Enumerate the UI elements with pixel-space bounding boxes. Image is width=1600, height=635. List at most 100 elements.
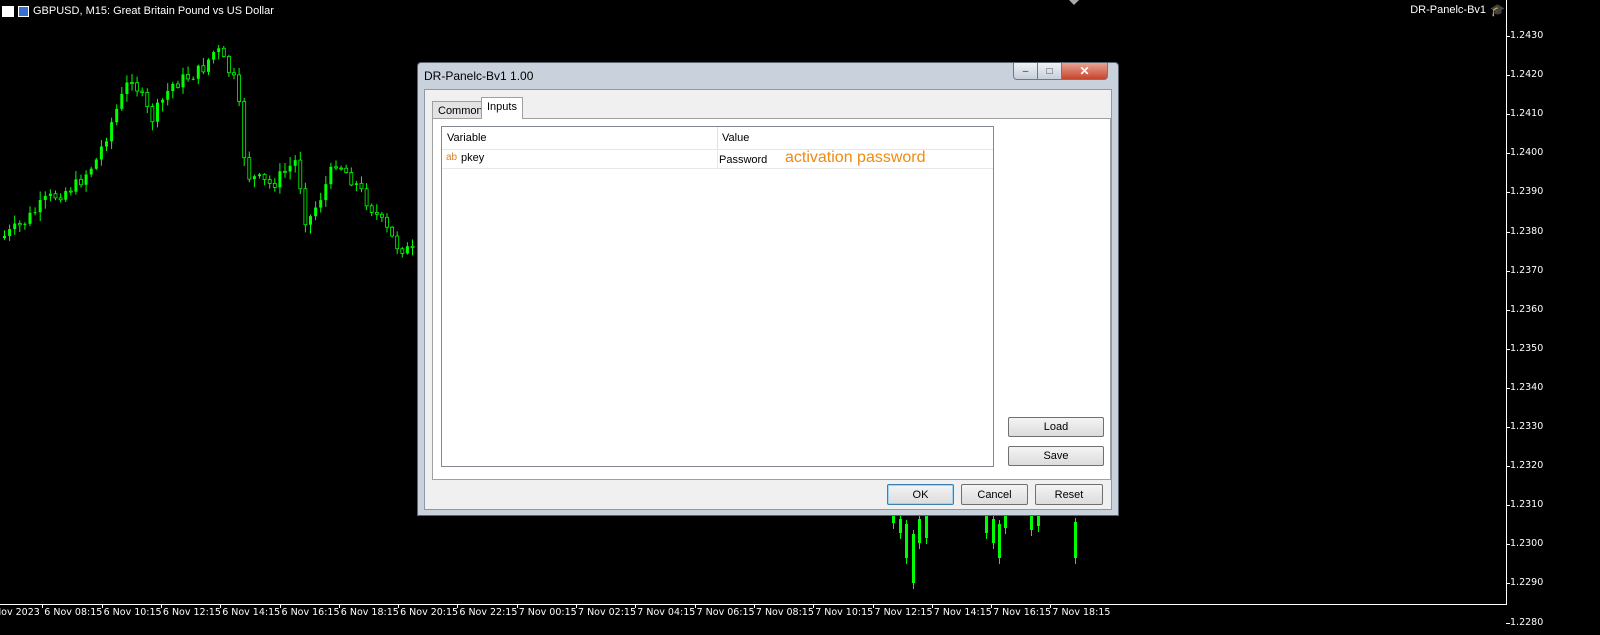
reset-button[interactable]: Reset bbox=[1035, 484, 1103, 505]
time-label: 7 Nov 18:15 bbox=[1052, 607, 1111, 618]
candle-body bbox=[998, 524, 1001, 558]
time-label: 7 Nov 00:15 bbox=[518, 607, 577, 618]
time-tick bbox=[516, 604, 518, 608]
time-label: 7 Nov 14:15 bbox=[933, 607, 992, 618]
candle-body bbox=[400, 248, 405, 254]
candle-body bbox=[135, 82, 140, 92]
candle-body bbox=[171, 83, 175, 92]
candle-body bbox=[191, 78, 195, 80]
candle-body bbox=[53, 193, 58, 199]
candle-body bbox=[992, 519, 995, 543]
dialog-body: Common Inputs Variable Value ab pkey Pas… bbox=[424, 89, 1112, 510]
time-tick bbox=[931, 604, 933, 608]
candle-body bbox=[309, 216, 312, 225]
candle-body bbox=[150, 106, 155, 123]
price-label: 1.2310 bbox=[1510, 499, 1544, 511]
candle-body bbox=[899, 519, 902, 533]
candle-body bbox=[1074, 522, 1077, 558]
time-label: 6 Nov 08:15 bbox=[44, 607, 103, 618]
time-tick bbox=[42, 604, 44, 608]
inputs-tab-page: Variable Value ab pkey Password activati… bbox=[432, 118, 1111, 480]
candle-body bbox=[232, 72, 236, 76]
close-button[interactable]: ✕ bbox=[1062, 63, 1108, 80]
candle-body bbox=[120, 93, 124, 109]
dialog-titlebar[interactable]: DR-Panelc-Bv1 1.00 – □ ✕ bbox=[418, 63, 1118, 89]
column-divider[interactable] bbox=[717, 127, 718, 149]
candle-body bbox=[181, 74, 185, 88]
time-label: 6 Nov 12:15 bbox=[162, 607, 221, 618]
candle-body bbox=[115, 108, 119, 123]
load-button[interactable]: Load bbox=[1008, 417, 1104, 437]
time-label: 7 Nov 06:15 bbox=[696, 607, 755, 618]
candle-body bbox=[349, 172, 354, 186]
ea-name: DR-Panelc-Bv1 bbox=[1410, 4, 1487, 16]
chart-symbol-title: GBPUSD, M15: Great Britain Pound vs US D… bbox=[0, 2, 274, 20]
candle-body bbox=[89, 168, 93, 175]
candle-body bbox=[359, 182, 364, 190]
candle-body bbox=[64, 191, 68, 200]
column-header-value[interactable]: Value bbox=[722, 132, 749, 144]
save-button[interactable]: Save bbox=[1008, 446, 1104, 466]
candle-body bbox=[912, 534, 915, 583]
time-label: 7 Nov 04:15 bbox=[637, 607, 696, 618]
candle-body bbox=[175, 83, 180, 88]
price-label: 1.2370 bbox=[1510, 264, 1544, 276]
price-label: 1.2290 bbox=[1510, 577, 1544, 589]
candle-body bbox=[3, 235, 6, 238]
candle-body bbox=[905, 524, 908, 558]
time-tick bbox=[279, 604, 281, 608]
time-label: 7 Nov 08:15 bbox=[755, 607, 814, 618]
candle-body bbox=[252, 176, 256, 180]
candle-body bbox=[156, 102, 159, 122]
column-header-variable[interactable]: Variable bbox=[447, 132, 487, 144]
candle-body bbox=[374, 212, 379, 215]
candle-body bbox=[354, 183, 358, 185]
tab-inputs[interactable]: Inputs bbox=[481, 97, 523, 119]
candle-body bbox=[99, 146, 103, 160]
candle-body bbox=[48, 193, 52, 196]
time-tick bbox=[753, 604, 755, 608]
chart-menu-icon[interactable] bbox=[2, 5, 14, 17]
candle-body bbox=[267, 179, 272, 184]
expert-advisor-label[interactable]: DR-Panelc-Bv1 🎓 bbox=[1410, 3, 1505, 17]
candle-body bbox=[334, 166, 338, 169]
row-value-password[interactable]: Password bbox=[719, 154, 767, 166]
candle-body bbox=[79, 179, 83, 186]
candle-body bbox=[201, 65, 206, 73]
ok-button[interactable]: OK bbox=[887, 484, 954, 505]
time-tick bbox=[872, 604, 874, 608]
time-tick bbox=[694, 604, 696, 608]
candle-body bbox=[217, 48, 221, 53]
candle-body bbox=[212, 52, 216, 60]
time-label: 6 Nov 18:15 bbox=[340, 607, 399, 618]
candle-body bbox=[17, 223, 22, 226]
candle-body bbox=[303, 188, 308, 226]
candle-body bbox=[385, 216, 389, 228]
time-tick bbox=[338, 604, 340, 608]
chart-shift-marker[interactable] bbox=[1069, 0, 1079, 5]
candle-body bbox=[161, 99, 165, 103]
price-label: 1.2340 bbox=[1510, 381, 1544, 393]
table-row[interactable]: ab pkey Password activation password bbox=[442, 149, 993, 169]
candle-body bbox=[288, 165, 292, 172]
minimize-button[interactable]: – bbox=[1013, 63, 1038, 80]
candle-body bbox=[8, 229, 12, 236]
candle-body bbox=[262, 173, 267, 180]
cell-divider bbox=[717, 149, 718, 168]
candle-body bbox=[58, 197, 63, 201]
candle-body bbox=[38, 200, 42, 213]
candle-body bbox=[985, 516, 988, 533]
candle-body bbox=[33, 212, 37, 214]
candle-body bbox=[43, 195, 47, 201]
cancel-button[interactable]: Cancel bbox=[961, 484, 1028, 505]
window-controls: – □ ✕ bbox=[1013, 63, 1108, 80]
price-label: 1.2320 bbox=[1510, 460, 1544, 472]
annotation-activation-password: activation password bbox=[785, 149, 926, 166]
candle-body bbox=[74, 179, 78, 192]
candle-body bbox=[1037, 516, 1040, 526]
candle-body bbox=[242, 101, 247, 159]
time-label: 7 Nov 12:15 bbox=[874, 607, 933, 618]
maximize-button[interactable]: □ bbox=[1038, 63, 1062, 80]
time-tick bbox=[220, 604, 222, 608]
candle-body bbox=[272, 183, 277, 188]
